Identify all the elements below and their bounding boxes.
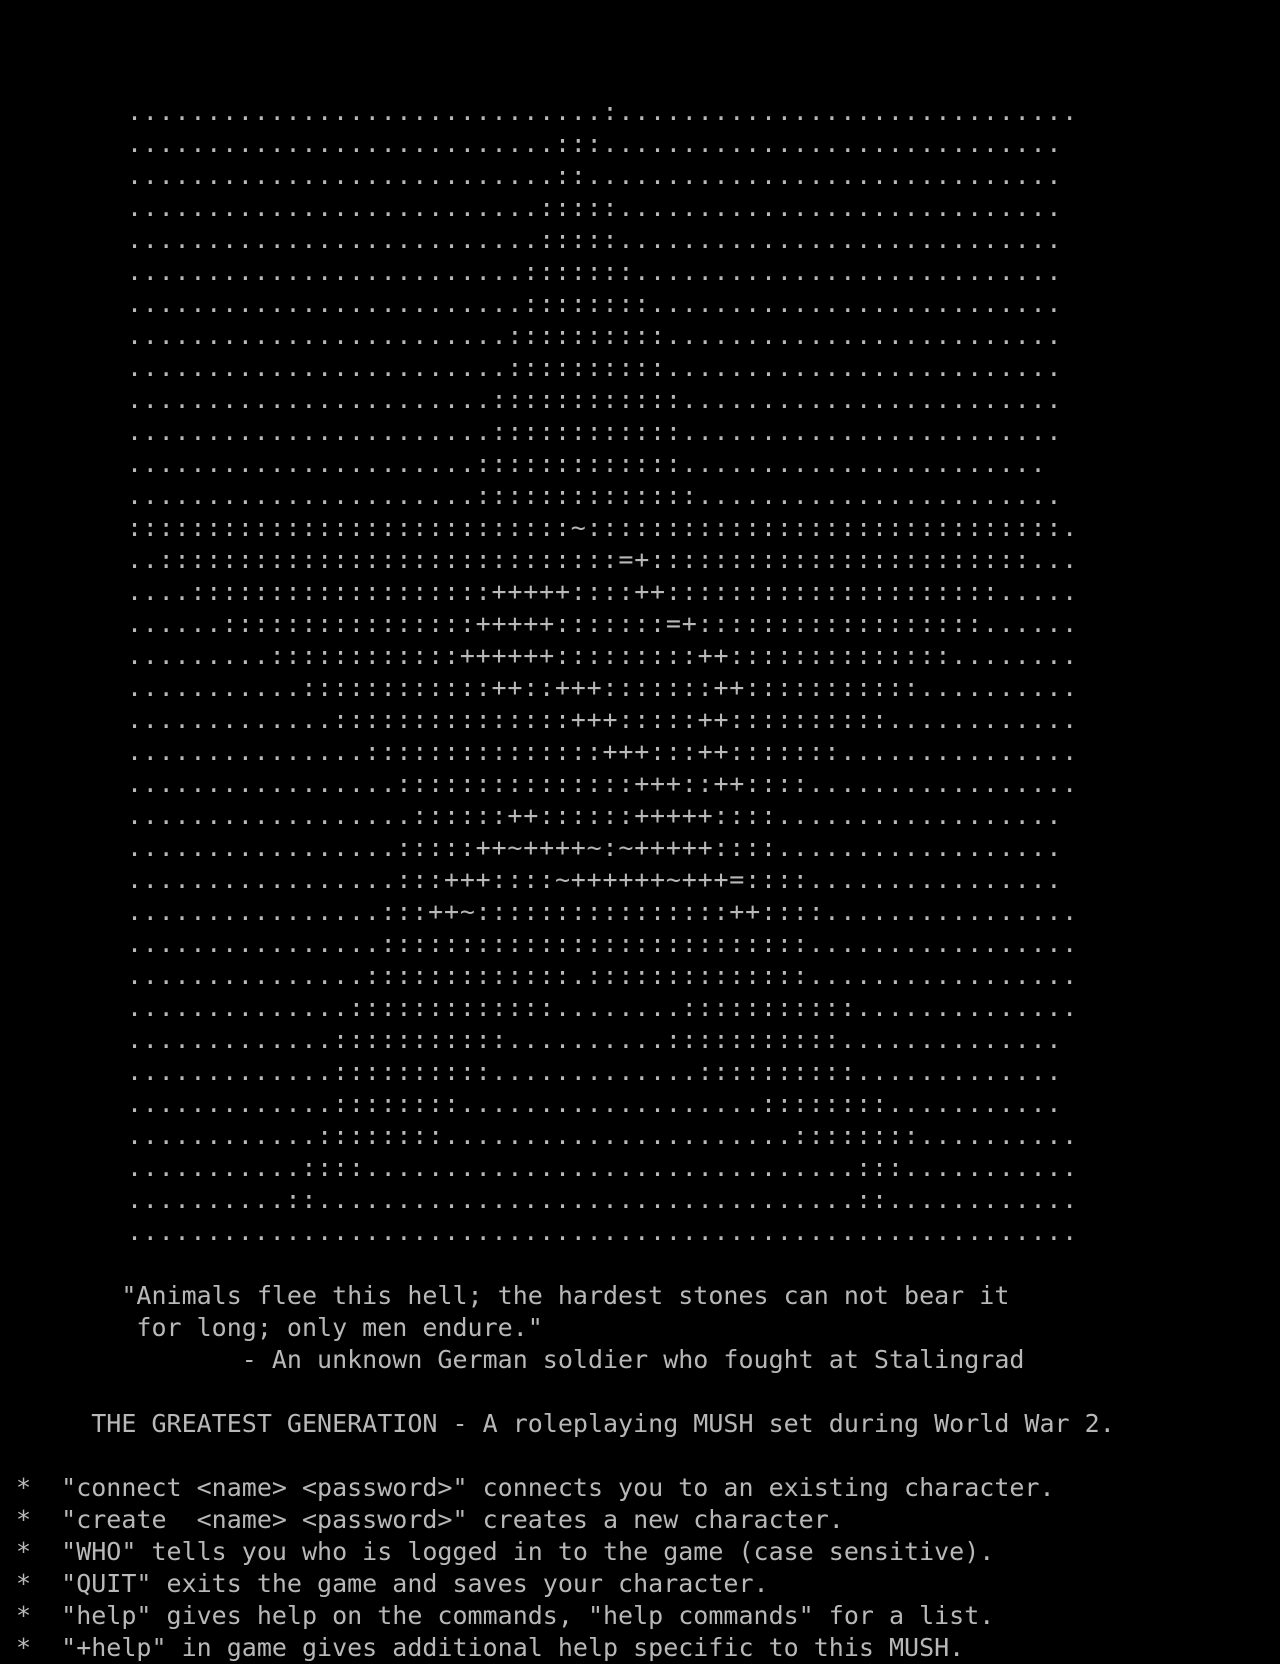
ascii-art-line: .................:::::++~++++~:~+++++:::… — [16, 833, 1063, 862]
ascii-art-line: ..........................:::::.........… — [16, 225, 1063, 254]
help-instruction-line: * "WHO" tells you who is logged in to th… — [16, 1537, 995, 1566]
help-instruction-line: * "QUIT" exits the game and saves your c… — [16, 1569, 769, 1598]
ascii-art-line: .........................::::::::.......… — [16, 289, 1063, 318]
ascii-art-line: ................:::++~::::::::::::::::++… — [16, 897, 1079, 926]
help-instruction-line: * "+help" in game gives additional help … — [16, 1633, 965, 1662]
ascii-art-line: ........................::::::::::......… — [16, 353, 1063, 382]
ascii-art-line: ........................::::::::::......… — [16, 321, 1063, 350]
ascii-art-line: ......::::::::::::::::+++++:::::::=+::::… — [16, 609, 1079, 638]
quote-line: - An unknown German soldier who fought a… — [16, 1345, 1025, 1374]
ascii-art-line: ...........::::.........................… — [16, 1153, 1079, 1182]
ascii-art-line: .............:::::::::::..........::::::… — [16, 1025, 1063, 1054]
ascii-art-line: ....:::::::::::::::::::+++++::::++::::::… — [16, 577, 1079, 606]
ascii-art-line: .............::::::::...................… — [16, 1089, 1063, 1118]
ascii-art-line: ..........::............................… — [16, 1185, 1079, 1214]
ascii-art-line: ........................................… — [16, 1217, 1079, 1246]
ascii-art-line: .................:::::::::::::::+++::++:… — [16, 769, 1079, 798]
ascii-art-line: .........................:::::::........… — [16, 257, 1063, 286]
help-instruction-line: * "help" gives help on the commands, "he… — [16, 1601, 995, 1630]
ascii-art-line: ..:::::::::::::::::::::::::::::=+:::::::… — [16, 545, 1079, 574]
help-instruction-line: * "create <name> <password>" creates a n… — [16, 1505, 844, 1534]
ascii-art-line: .........::::::::::::++++++:::::::::++::… — [16, 641, 1079, 670]
ascii-art-line: ..............:::::::::::::........:::::… — [16, 993, 1079, 1022]
ascii-art-line: ...............:::::::::::::.:::::::::::… — [16, 961, 1079, 990]
ascii-art-line: ............::::::::....................… — [16, 1121, 1079, 1150]
ascii-art-line: ..........................:::::.........… — [16, 193, 1063, 222]
ascii-art-line: ..................::::::++::::::+++++:::… — [16, 801, 1063, 830]
help-instruction-line: * "connect <name> <password>" connects y… — [16, 1473, 1055, 1502]
ascii-art-line: .............::::::::::.............::::… — [16, 1057, 1063, 1086]
ascii-art-line: ......................::::::::::::::....… — [16, 481, 1063, 510]
ascii-art-line: ...............:::::::::::::::+++:::++::… — [16, 737, 1079, 766]
ascii-art-line: ..............................:.........… — [16, 97, 1079, 126]
quote-line: for long; only men endure." — [16, 1313, 543, 1342]
ascii-art-line: .............:::::::::::::::+++:::::++::… — [16, 705, 1079, 734]
ascii-art-line: .......................::::::::::::.....… — [16, 385, 1063, 414]
ascii-art-line: ................::::::::::::::::::::::::… — [16, 929, 1079, 958]
ascii-art-line: ::::::::::::::::::::::::::::~:::::::::::… — [16, 513, 1079, 542]
ascii-art-line: ...........................:::..........… — [16, 129, 1063, 158]
ascii-art-line: .................:::+++::::~++++++~+++=:… — [16, 865, 1063, 894]
ascii-art-line: .......................::::::::::::.....… — [16, 417, 1063, 446]
ascii-art-line: ...........................::...........… — [16, 161, 1063, 190]
quote-line: "Animals flee this hell; the hardest sto… — [16, 1281, 1010, 1310]
ascii-art-line: ......................:::::::::::::.....… — [16, 449, 1047, 478]
ascii-art-line: ...........::::::::::::++::+++:::::::++:… — [16, 673, 1079, 702]
game-title: THE GREATEST GENERATION - A roleplaying … — [16, 1409, 1115, 1438]
terminal-window[interactable]: ..............................:.........… — [0, 0, 1280, 1664]
